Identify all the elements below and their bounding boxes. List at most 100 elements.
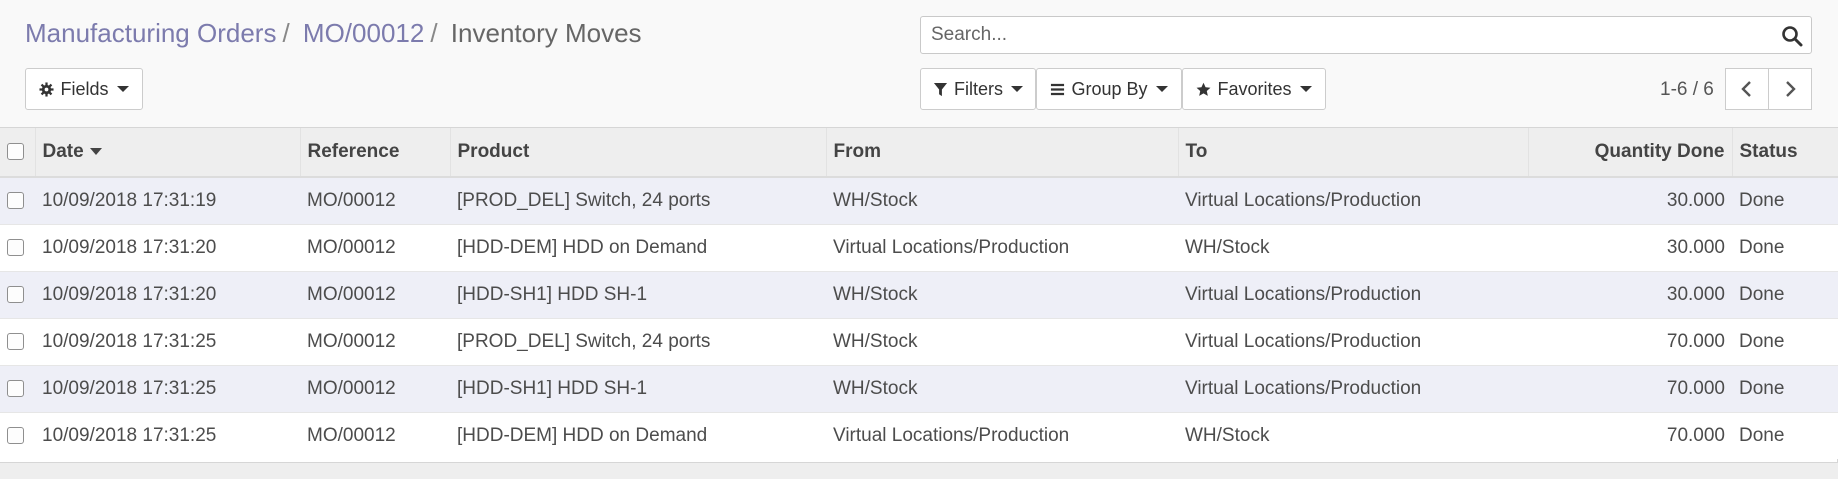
- cell-from: WH/Stock: [826, 176, 1178, 224]
- search-icon[interactable]: [1781, 25, 1803, 47]
- cell-status: Done: [1732, 364, 1838, 412]
- column-label: To: [1185, 141, 1208, 162]
- cell-to: WH/Stock: [1178, 223, 1528, 271]
- table-row[interactable]: 10/09/2018 17:31:25 MO/00012 [PROD_DEL] Sw…: [0, 317, 1838, 365]
- column-header-status[interactable]: Status: [1731, 128, 1838, 178]
- cell-product: [HDD-SH1] HDD SH-1: [450, 270, 826, 318]
- cell-product: [PROD_DEL] Switch, 24 ports: [450, 317, 826, 365]
- cell-reference: MO/00012: [300, 411, 450, 459]
- column-label: From: [833, 141, 882, 162]
- cell-from: Virtual Locations/Production: [826, 223, 1178, 271]
- caret-down-icon: [1011, 86, 1023, 92]
- cell-from: WH/Stock: [826, 270, 1178, 318]
- favorites-button[interactable]: Favorites: [1182, 68, 1326, 110]
- cell-status: Done: [1732, 317, 1838, 365]
- cell-from: Virtual Locations/Production: [826, 411, 1178, 459]
- cell-quantity-done: 30.000: [1528, 270, 1732, 318]
- table-row[interactable]: 10/09/2018 17:31:25 MO/00012 [HDD-DEM] HDD…: [0, 411, 1838, 459]
- row-checkbox[interactable]: [7, 285, 24, 303]
- breadcrumb-manufacturing-orders[interactable]: Manufacturing Orders: [25, 18, 276, 48]
- fields-button[interactable]: Fields: [25, 68, 143, 110]
- pager-next-button[interactable]: [1768, 68, 1812, 110]
- star-icon: [1197, 82, 1211, 96]
- table-row[interactable]: 10/09/2018 17:31:25 MO/00012 [HDD-SH1] HDD…: [0, 364, 1838, 412]
- cell-quantity-done: 70.000: [1528, 364, 1732, 412]
- control-panel: Manufacturing Orders / MO/00012/ Inventor…: [0, 0, 1838, 127]
- table-header: Date Reference Product From To Quantity …: [0, 128, 1838, 178]
- cell-from: WH/Stock: [826, 317, 1178, 365]
- cell-status: Done: [1732, 223, 1838, 271]
- row-select-cell: [0, 176, 35, 224]
- cell-date: 10/09/2018 17:31:19: [35, 176, 300, 224]
- breadcrumb-mo[interactable]: MO/00012: [303, 18, 424, 48]
- column-label: Date: [42, 141, 84, 162]
- cell-reference: MO/00012: [300, 223, 450, 271]
- filters-button[interactable]: Filters: [920, 68, 1036, 110]
- pager-value[interactable]: 1-6 / 6: [1660, 79, 1714, 101]
- cell-date: 10/09/2018 17:31:25: [35, 364, 300, 412]
- caret-down-icon: [116, 86, 129, 92]
- gear-icon: [39, 81, 55, 97]
- column-label: Product: [457, 141, 530, 162]
- bars-icon: [1051, 83, 1065, 95]
- cell-quantity-done: 70.000: [1528, 317, 1732, 365]
- row-checkbox[interactable]: [7, 192, 24, 210]
- column-header-reference[interactable]: Reference: [299, 128, 450, 178]
- row-select-cell: [0, 411, 35, 459]
- cell-reference: MO/00012: [300, 176, 450, 224]
- cell-quantity-done: 30.000: [1528, 176, 1732, 224]
- row-select-cell: [0, 270, 35, 318]
- column-header-to[interactable]: To: [1177, 128, 1528, 178]
- cell-product: [HDD-SH1] HDD SH-1: [450, 364, 826, 412]
- cell-reference: MO/00012: [300, 270, 450, 318]
- search-input[interactable]: [921, 17, 1791, 53]
- column-header-product[interactable]: Product: [449, 128, 826, 178]
- filter-icon: [933, 82, 948, 96]
- pager-previous-button[interactable]: [1725, 68, 1769, 110]
- table-row[interactable]: 10/09/2018 17:31:19 MO/00012 [PROD_DEL] Sw…: [0, 176, 1838, 224]
- filters-label: Filters: [954, 78, 1003, 99]
- cell-quantity-done: 70.000: [1528, 411, 1732, 459]
- column-header-date[interactable]: Date: [34, 128, 300, 178]
- fields-label: Fields: [60, 78, 109, 99]
- breadcrumb: Manufacturing Orders / MO/00012/ Inventor…: [25, 18, 642, 49]
- cell-to: Virtual Locations/Production: [1178, 317, 1528, 365]
- row-select-cell: [0, 317, 35, 365]
- cell-date: 10/09/2018 17:31:20: [35, 223, 300, 271]
- favorites-label: Favorites: [1217, 78, 1292, 99]
- chevron-left-icon: [1741, 81, 1751, 97]
- column-label: Status: [1739, 141, 1798, 162]
- select-all-cell: [0, 128, 35, 178]
- cell-quantity-done: 30.000: [1528, 223, 1732, 271]
- cell-to: WH/Stock: [1178, 411, 1528, 459]
- table-row[interactable]: 10/09/2018 17:31:20 MO/00012 [HDD-SH1] HDD…: [0, 270, 1838, 318]
- page-title: Inventory Moves: [450, 18, 642, 48]
- cell-product: [HDD-DEM] HDD on Demand: [450, 223, 826, 271]
- group-by-label: Group By: [1071, 78, 1148, 99]
- row-checkbox[interactable]: [7, 379, 24, 397]
- column-header-from[interactable]: From: [825, 128, 1178, 178]
- table-row[interactable]: 10/09/2018 17:31:20 MO/00012 [HDD-DEM] HDD…: [0, 223, 1838, 271]
- row-select-cell: [0, 223, 35, 271]
- inventory-moves-table: Date Reference Product From To Quantity …: [0, 128, 1838, 459]
- cell-date: 10/09/2018 17:31:25: [35, 411, 300, 459]
- column-label: Reference: [307, 141, 400, 162]
- breadcrumb-separator: /: [430, 18, 438, 48]
- row-checkbox[interactable]: [7, 238, 24, 256]
- cell-reference: MO/00012: [300, 364, 450, 412]
- cell-from: WH/Stock: [826, 364, 1178, 412]
- cell-date: 10/09/2018 17:31:25: [35, 317, 300, 365]
- row-checkbox[interactable]: [7, 332, 24, 350]
- row-select-cell: [0, 364, 35, 412]
- cell-to: Virtual Locations/Production: [1178, 364, 1528, 412]
- group-by-button[interactable]: Group By: [1036, 68, 1182, 110]
- select-all-checkbox[interactable]: [7, 143, 24, 161]
- breadcrumb-separator: /: [282, 18, 290, 48]
- column-label: Quantity Done: [1594, 141, 1725, 162]
- cell-to: Virtual Locations/Production: [1178, 176, 1528, 224]
- list-view: Date Reference Product From To Quantity …: [0, 127, 1838, 462]
- column-header-quantity-done[interactable]: Quantity Done: [1527, 128, 1732, 178]
- row-checkbox[interactable]: [7, 427, 24, 445]
- chevron-right-icon: [1786, 81, 1796, 97]
- cell-product: [PROD_DEL] Switch, 24 ports: [450, 176, 826, 224]
